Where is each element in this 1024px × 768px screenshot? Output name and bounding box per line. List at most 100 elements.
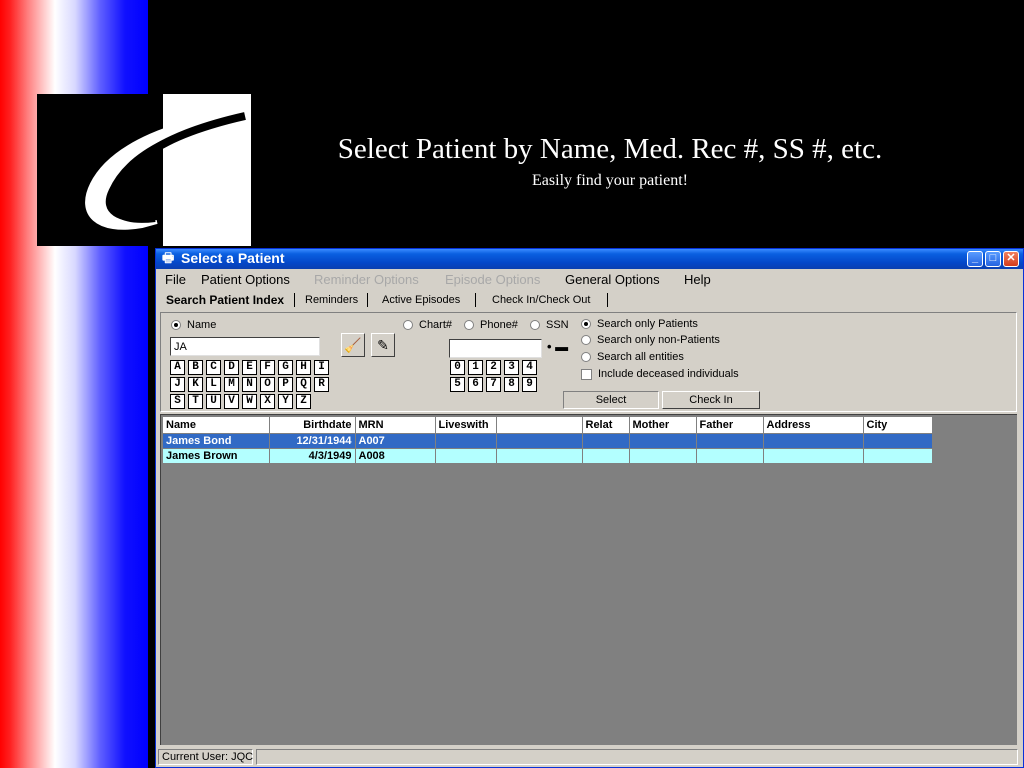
cell-empty (696, 448, 764, 464)
letter-key[interactable]: R (314, 377, 329, 392)
menu-general-options[interactable]: General Options (565, 272, 660, 287)
tab-reminders[interactable]: Reminders (305, 294, 358, 306)
cell-birthdate: 4/3/1949 (269, 448, 356, 464)
menu-file[interactable]: File (165, 272, 186, 287)
cell-empty (435, 448, 497, 464)
digit-key[interactable]: 3 (504, 360, 519, 375)
letter-key[interactable]: I (314, 360, 329, 375)
digit-key[interactable]: 6 (468, 377, 483, 392)
close-button[interactable]: ✕ (1003, 251, 1019, 267)
letter-key[interactable]: B (188, 360, 203, 375)
column-header[interactable]: Father (696, 417, 764, 434)
cell-mrn: A007 (355, 433, 436, 449)
digit-key[interactable]: 8 (504, 377, 519, 392)
letter-key[interactable]: W (242, 394, 257, 409)
select-patient-window: 🖶 Select a Patient _ □ ✕ File Patient Op… (155, 248, 1024, 768)
include-deceased-label: Include deceased individuals (598, 368, 739, 380)
digit-key[interactable]: 0 (450, 360, 465, 375)
ssn-label: SSN (546, 319, 569, 331)
letter-key[interactable]: D (224, 360, 239, 375)
cell-name: James Brown (163, 448, 270, 464)
status-panel-empty (256, 749, 1018, 765)
digit-key[interactable]: 4 (522, 360, 537, 375)
digit-key[interactable]: 9 (522, 377, 537, 392)
tab-active-episodes[interactable]: Active Episodes (382, 294, 460, 306)
maximize-button[interactable]: □ (985, 251, 1001, 267)
column-header[interactable]: Liveswith (435, 417, 497, 434)
include-deceased-checkbox[interactable] (581, 369, 592, 380)
tab-check-in-check-out[interactable]: Check In/Check Out (492, 294, 590, 306)
digit-key[interactable]: 5 (450, 377, 465, 392)
company-logo (37, 94, 251, 246)
digit-key[interactable]: 7 (486, 377, 501, 392)
window-titlebar[interactable]: 🖶 Select a Patient _ □ ✕ (156, 249, 1023, 269)
scope-radio-patients[interactable] (581, 319, 591, 329)
menu-episode-options[interactable]: Episode Options (445, 272, 540, 287)
cell-empty (629, 448, 697, 464)
select-button[interactable]: Select (563, 391, 659, 409)
cell-mrn: A008 (355, 448, 436, 464)
letter-key[interactable]: J (170, 377, 185, 392)
letter-key[interactable]: F (260, 360, 275, 375)
cell-empty (496, 433, 583, 449)
name-label: Name (187, 319, 217, 331)
letter-key[interactable]: V (224, 394, 239, 409)
letter-key[interactable]: E (242, 360, 257, 375)
chart-radio[interactable] (403, 320, 413, 330)
letter-key[interactable]: G (278, 360, 293, 375)
letter-key[interactable]: Z (296, 394, 311, 409)
phone-radio[interactable] (464, 320, 474, 330)
column-header[interactable]: Birthdate (269, 417, 356, 434)
column-header[interactable]: Relat (582, 417, 630, 434)
column-header[interactable] (496, 417, 583, 434)
slide-subtitle: Easily find your patient! (532, 172, 688, 189)
minimize-button[interactable]: _ (967, 251, 983, 267)
scope-label-non-patients: Search only non-Patients (597, 334, 720, 346)
number-search-input[interactable] (449, 339, 542, 358)
letter-key[interactable]: C (206, 360, 221, 375)
letter-key[interactable]: X (260, 394, 275, 409)
name-radio[interactable] (171, 320, 181, 330)
patient-row[interactable]: James Bond 12/31/1944 A007 (163, 433, 933, 449)
digit-key[interactable]: 1 (468, 360, 483, 375)
digit-key[interactable]: 2 (486, 360, 501, 375)
ssn-radio[interactable] (530, 320, 540, 330)
letter-key[interactable]: T (188, 394, 203, 409)
column-header[interactable]: City (863, 417, 933, 434)
column-header[interactable]: Address (763, 417, 864, 434)
eraser-icon[interactable]: ✎ (371, 333, 395, 357)
menu-reminder-options[interactable]: Reminder Options (314, 272, 419, 287)
letter-key[interactable]: P (278, 377, 293, 392)
letter-key[interactable]: O (260, 377, 275, 392)
column-header[interactable]: Name (163, 417, 270, 434)
menu-help[interactable]: Help (684, 272, 711, 287)
letter-key[interactable]: A (170, 360, 185, 375)
broom-clear-icon[interactable]: 🧹 (341, 333, 365, 357)
cell-empty (496, 448, 583, 464)
dash-separator-icon: • ▬ (547, 339, 569, 354)
letter-key[interactable]: L (206, 377, 221, 392)
cell-birthdate: 12/31/1944 (269, 433, 356, 449)
scope-label-all: Search all entities (597, 351, 684, 363)
letter-key[interactable]: N (242, 377, 257, 392)
cell-empty (863, 448, 933, 464)
letter-key[interactable]: Y (278, 394, 293, 409)
letter-key[interactable]: U (206, 394, 221, 409)
letter-key[interactable]: H (296, 360, 311, 375)
letter-key[interactable]: K (188, 377, 203, 392)
menu-patient-options[interactable]: Patient Options (201, 272, 290, 287)
window-title: Select a Patient (181, 250, 285, 266)
name-search-input[interactable] (170, 337, 320, 356)
check-in-button[interactable]: Check In (662, 391, 760, 409)
patient-row[interactable]: James Brown 4/3/1949 A008 (163, 448, 933, 464)
column-header[interactable]: MRN (355, 417, 436, 434)
column-header[interactable]: Mother (629, 417, 697, 434)
scope-radio-non-patients[interactable] (581, 335, 591, 345)
cell-empty (763, 433, 864, 449)
scope-radio-all[interactable] (581, 352, 591, 362)
letter-key[interactable]: S (170, 394, 185, 409)
tab-search-patient-index[interactable]: Search Patient Index (166, 293, 284, 307)
letter-key[interactable]: M (224, 377, 239, 392)
letter-key[interactable]: Q (296, 377, 311, 392)
search-panel: Name 🧹 ✎ ABCDEFGHI JKLMNOPQR STUVWXYZ Char… (160, 312, 1017, 412)
